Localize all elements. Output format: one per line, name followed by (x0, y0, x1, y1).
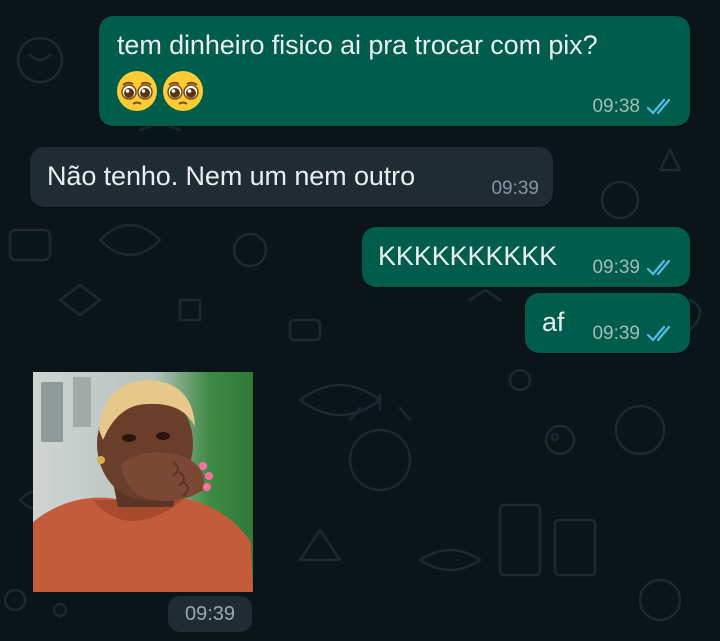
message-text: af (542, 307, 565, 337)
message-text: Não tenho. Nem um nem outro (47, 161, 415, 191)
emoji-row (115, 69, 205, 113)
message-time: 09:38 (592, 96, 640, 117)
outgoing-message[interactable]: af 09:39 (525, 293, 690, 353)
sticker-image[interactable] (33, 372, 253, 592)
pleading-face-emoji (163, 71, 203, 111)
message-time: 09:39 (168, 596, 252, 632)
outgoing-message[interactable]: KKKKKKKKKK 09:39 (362, 227, 690, 287)
read-ticks-icon (646, 259, 671, 276)
message-meta: 09:39 (592, 257, 676, 279)
read-ticks-icon (646, 325, 671, 342)
message-time: 09:39 (592, 323, 640, 344)
conversation[interactable]: tem dinheiro fisico ai pra trocar com pi… (0, 0, 720, 641)
message-text: tem dinheiro fisico ai pra trocar com pi… (117, 30, 598, 60)
pleading-face-emoji (117, 71, 157, 111)
message-time: 09:39 (592, 257, 640, 278)
message-text: KKKKKKKKKK (378, 241, 558, 271)
outgoing-message[interactable]: tem dinheiro fisico ai pra trocar com pi… (99, 16, 690, 126)
message-meta: 09:39 (592, 323, 676, 345)
incoming-message[interactable]: Não tenho. Nem um nem outro 09:39 (30, 147, 553, 207)
message-meta: 09:38 (592, 96, 676, 118)
message-meta: 09:39 (491, 178, 539, 200)
message-time: 09:39 (491, 178, 539, 199)
read-ticks-icon (646, 98, 671, 115)
